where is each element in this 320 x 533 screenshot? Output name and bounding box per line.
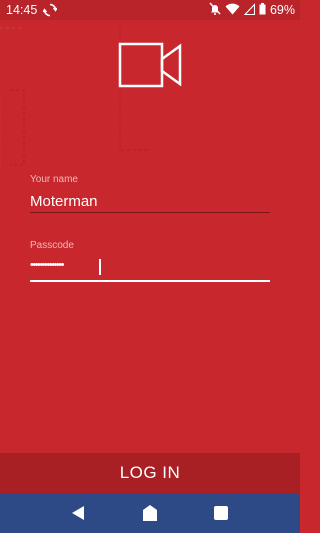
status-icons: 69% bbox=[209, 2, 295, 18]
recents-icon[interactable] bbox=[212, 504, 230, 522]
battery-icon bbox=[259, 2, 266, 18]
status-time: 14:45 bbox=[6, 3, 38, 17]
name-label: Your name bbox=[30, 174, 78, 185]
sync-icon bbox=[42, 3, 58, 20]
text-caret bbox=[99, 259, 101, 275]
mute-icon bbox=[209, 2, 221, 18]
login-button[interactable]: LOG IN bbox=[0, 453, 300, 493]
signal-icon bbox=[243, 2, 256, 18]
login-screen: 14:45 69% Your name Moterman Passcode ••… bbox=[0, 0, 300, 533]
wifi-icon bbox=[225, 3, 240, 18]
home-icon[interactable] bbox=[141, 504, 159, 522]
passcode-input[interactable]: •••••••••••••• bbox=[30, 259, 64, 271]
name-underline bbox=[30, 212, 270, 213]
back-icon[interactable] bbox=[69, 504, 87, 522]
passcode-label: Passcode bbox=[30, 240, 74, 251]
battery-percent: 69% bbox=[269, 3, 295, 17]
video-camera-icon bbox=[118, 42, 182, 93]
navigation-bar bbox=[0, 493, 300, 533]
name-input[interactable]: Moterman bbox=[30, 193, 98, 210]
passcode-underline bbox=[30, 280, 270, 282]
status-bar: 14:45 69% bbox=[0, 0, 300, 20]
